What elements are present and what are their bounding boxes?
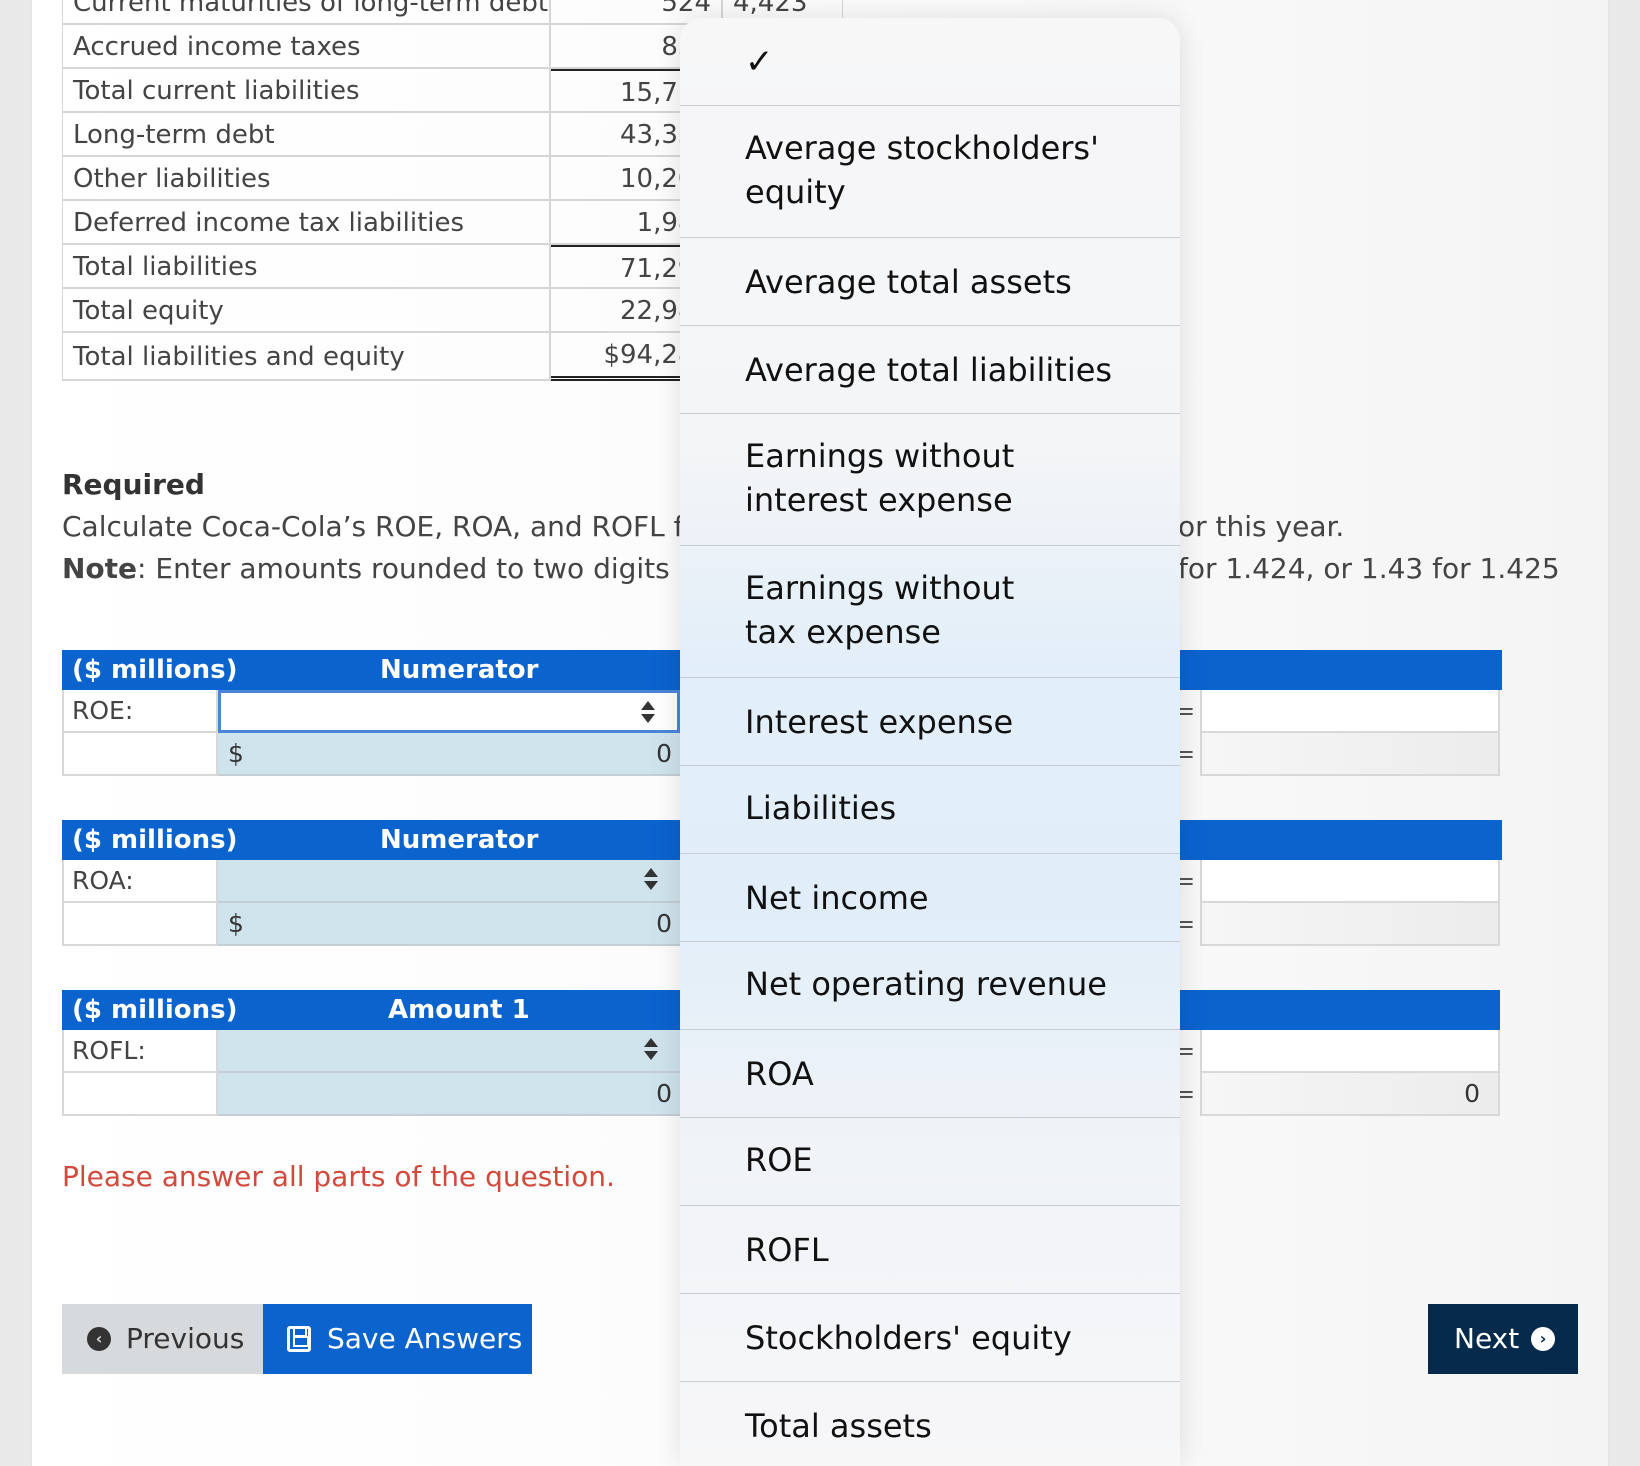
unit-header: ($ millions) — [72, 655, 238, 685]
numerator-header: Numerator — [380, 655, 539, 685]
floppy-disk-icon — [287, 1326, 311, 1352]
dropdown-option[interactable]: Earnings without interest expense — [680, 414, 1180, 546]
roe-result-output — [1200, 733, 1500, 776]
amount-header: Amount 1 — [388, 995, 530, 1025]
instruction-line-1-end: or this year. — [1178, 510, 1345, 543]
empty-label — [62, 733, 218, 776]
row-label: Total current liabilities — [62, 69, 551, 113]
chevron-right-icon: › — [1531, 1327, 1555, 1351]
next-label: Next — [1454, 1322, 1520, 1355]
roa-numerator-amount[interactable]: $ 0 — [218, 903, 680, 946]
checkmark-icon: ✓ — [745, 42, 774, 82]
dropdown-option[interactable]: ROE — [680, 1118, 1180, 1206]
rofl-result-input[interactable] — [1200, 1030, 1500, 1073]
dropdown-option[interactable]: Liabilities — [680, 766, 1180, 854]
dollar-sign: $ — [228, 909, 244, 938]
numerator-header: Numerator — [380, 825, 539, 855]
roa-result-output — [1200, 903, 1500, 946]
warning-message: Please answer all parts of the question. — [62, 1160, 615, 1193]
dropdown-option[interactable]: ROA — [680, 1030, 1180, 1118]
dropdown-option[interactable]: Average total assets — [680, 238, 1180, 326]
row-label: Long-term debt — [62, 113, 551, 157]
amount-value: 0 — [656, 909, 672, 938]
note-text: : Enter amounts rounded to two digits af… — [137, 552, 734, 585]
rofl-amount[interactable]: 0 — [218, 1073, 680, 1116]
rofl-amount-select[interactable] — [218, 1030, 680, 1073]
select-arrows-icon — [641, 701, 655, 725]
row-label: Total equity — [62, 289, 551, 333]
instruction-note-end: for 1.424, or 1.43 for 1.425 — [1178, 552, 1560, 585]
rofl-label: ROFL: — [62, 1030, 218, 1073]
instruction-line-1: Calculate Coca-Cola’s ROE, ROA, and ROFL… — [62, 510, 757, 543]
row-label: Accrued income taxes — [62, 25, 551, 69]
amount-value: 0 — [656, 739, 672, 768]
empty-label — [62, 903, 218, 946]
roe-label: ROE: — [62, 690, 218, 733]
row-label: Current maturities of long-term debt — [62, 0, 551, 25]
dropdown-option[interactable]: Average stockholders' equity — [680, 106, 1180, 238]
dropdown-option[interactable]: Average total liabilities — [680, 326, 1180, 414]
roa-result-input[interactable] — [1200, 860, 1500, 903]
numerator-dropdown-menu[interactable]: ✓ Average stockholders' equity Average t… — [680, 18, 1180, 1466]
save-answers-button[interactable]: Save Answers — [263, 1304, 532, 1374]
roe-result-input[interactable] — [1200, 690, 1500, 733]
row-label: Total liabilities — [62, 245, 551, 289]
previous-label: Previous — [126, 1322, 245, 1355]
dropdown-option[interactable]: Interest expense — [680, 678, 1180, 766]
row-label: Total liabilities and equity — [62, 333, 551, 381]
dropdown-option-blank[interactable]: ✓ — [680, 18, 1180, 106]
roa-label: ROA: — [62, 860, 218, 903]
dropdown-option[interactable]: ROFL — [680, 1206, 1180, 1294]
roe-numerator-amount[interactable]: $ 0 — [218, 733, 680, 776]
row-label: Other liabilities — [62, 157, 551, 201]
note-label: Note — [62, 552, 138, 585]
empty-label — [62, 1073, 218, 1116]
select-arrows-icon — [644, 868, 658, 892]
dropdown-option[interactable]: Stockholders' equity — [680, 1294, 1180, 1382]
next-button[interactable]: Next › — [1428, 1304, 1578, 1374]
dropdown-option[interactable]: Net operating revenue — [680, 942, 1180, 1030]
instruction-note: Note: Enter amounts rounded to two digit… — [62, 552, 733, 585]
save-label: Save Answers — [327, 1322, 523, 1355]
result-value: 0 — [1464, 1079, 1480, 1108]
dollar-sign: $ — [228, 739, 244, 768]
roa-numerator-select[interactable] — [218, 860, 680, 903]
unit-header: ($ millions) — [72, 995, 238, 1025]
chevron-left-icon: ‹ — [87, 1327, 111, 1351]
rofl-result-output: 0 — [1200, 1073, 1500, 1116]
required-heading: Required — [62, 468, 205, 501]
select-arrows-icon — [644, 1038, 658, 1062]
dropdown-option[interactable]: Net income — [680, 854, 1180, 942]
previous-button[interactable]: ‹ Previous — [62, 1304, 263, 1374]
unit-header: ($ millions) — [72, 825, 238, 855]
dropdown-option[interactable]: Earnings without tax expense — [680, 546, 1180, 678]
dropdown-option[interactable]: Total assets — [680, 1382, 1180, 1466]
amount-value: 0 — [656, 1079, 672, 1108]
row-label: Deferred income tax liabilities — [62, 201, 551, 245]
roe-numerator-select[interactable] — [218, 690, 680, 733]
